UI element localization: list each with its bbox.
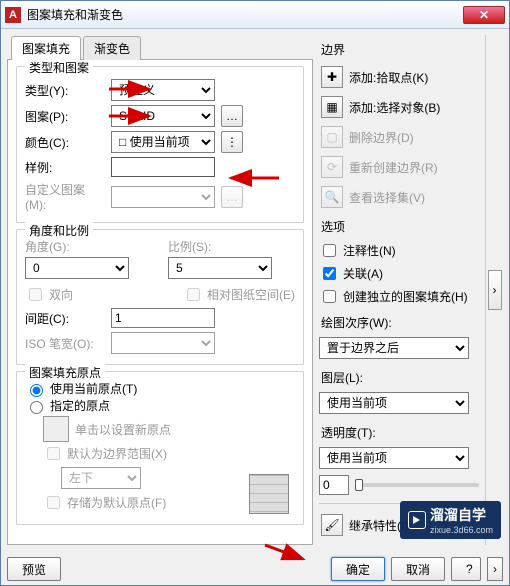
radio-specified-origin[interactable] xyxy=(30,401,43,414)
label-pattern: 图案(P): xyxy=(25,108,105,125)
label-angle: 角度(G): xyxy=(25,238,152,255)
btn-recreate-boundary: ⟳ 重新创建边界(R) xyxy=(319,154,479,180)
label-view-selection: 查看选择集(V) xyxy=(349,189,425,206)
cancel-button[interactable]: 取消 xyxy=(391,557,445,581)
combo-iso xyxy=(111,332,215,354)
label-sample: 样例: xyxy=(25,159,105,176)
slider-transparency[interactable] xyxy=(355,483,479,487)
check-separate-hatch[interactable] xyxy=(323,290,336,303)
app-icon: A xyxy=(5,7,21,23)
label-add-select: 添加:选择对象(B) xyxy=(349,99,440,116)
pattern-browse-button[interactable]: … xyxy=(221,105,243,127)
combo-color[interactable]: □ 使用当前项 xyxy=(111,131,215,153)
combo-draw-order[interactable]: 置于边界之后 xyxy=(319,337,469,359)
label-relpaper: 相对图纸空间(E) xyxy=(207,286,295,303)
custom-pattern-browse-button: … xyxy=(221,186,243,208)
close-button[interactable]: ✕ xyxy=(463,6,505,24)
combo-custom-pattern xyxy=(111,186,215,208)
combo-transparency[interactable]: 使用当前项 xyxy=(319,447,469,469)
btn-add-selectobjects[interactable]: ▦ 添加:选择对象(B) xyxy=(319,94,479,120)
check-double xyxy=(29,288,42,301)
group-title-origin: 图案填充原点 xyxy=(25,364,105,381)
btn-remove-boundary: ▢ 删除边界(D) xyxy=(319,124,479,150)
radio-use-current-origin[interactable] xyxy=(30,384,43,397)
brand-url: zixue.3d66.com xyxy=(430,525,493,535)
label-iso: ISO 笔宽(O): xyxy=(25,335,105,352)
label-separate-hatch: 创建独立的图案填充(H) xyxy=(343,288,468,305)
tab-gradient[interactable]: 渐变色 xyxy=(83,36,141,60)
inherit-icon: 🖌 xyxy=(321,514,343,536)
help-button[interactable]: ? xyxy=(451,557,481,581)
label-annotative: 注释性(N) xyxy=(343,242,396,259)
preview-button[interactable]: 预览 xyxy=(7,557,61,581)
label-associative: 关联(A) xyxy=(343,265,383,282)
play-icon xyxy=(408,511,426,529)
label-store-default: 存储为默认原点(F) xyxy=(67,494,166,511)
color-picker-button[interactable]: ⋮ xyxy=(221,131,243,153)
combo-pattern[interactable]: SOLID xyxy=(111,105,215,127)
check-annotative[interactable] xyxy=(323,244,336,257)
check-store-default xyxy=(47,496,60,509)
check-default-boundary xyxy=(47,447,60,460)
tab-hatch[interactable]: 图案填充 xyxy=(11,36,81,60)
expand-panel-button[interactable]: › xyxy=(488,270,502,310)
label-type: 类型(Y): xyxy=(25,82,105,99)
window-title: 图案填充和渐变色 xyxy=(27,6,463,23)
ok-button[interactable]: 确定 xyxy=(331,557,385,581)
brand-watermark: 溜溜自学 zixue.3d66.com xyxy=(400,501,501,539)
combo-scale[interactable]: 5 xyxy=(168,257,272,279)
footer-expand-button[interactable]: › xyxy=(487,557,503,581)
label-boundary-title: 边界 xyxy=(321,41,479,58)
label-options-title: 选项 xyxy=(321,218,479,235)
origin-preview-icon xyxy=(249,474,289,514)
label-custom-pattern: 自定义图案(M): xyxy=(25,181,105,212)
label-double: 双向 xyxy=(49,286,73,303)
label-transparency: 透明度(T): xyxy=(321,424,479,441)
view-icon: 🔍 xyxy=(321,186,343,208)
input-transparency-value[interactable] xyxy=(319,475,349,495)
label-specified-origin: 指定的原点 xyxy=(50,397,110,414)
check-associative[interactable] xyxy=(323,267,336,280)
label-draw-order: 绘图次序(W): xyxy=(321,314,479,331)
btn-add-pickpoints[interactable]: ✚ 添加:拾取点(K) xyxy=(319,64,479,90)
brand-name: 溜溜自学 xyxy=(430,505,493,525)
input-spacing[interactable] xyxy=(111,308,215,328)
label-spacing: 间距(C): xyxy=(25,310,105,327)
sample-swatch[interactable] xyxy=(111,157,215,177)
combo-angle[interactable]: 0 xyxy=(25,257,129,279)
recreate-icon: ⟳ xyxy=(321,156,343,178)
check-relpaper xyxy=(187,288,200,301)
slider-thumb[interactable] xyxy=(355,479,363,491)
combo-layer[interactable]: 使用当前项 xyxy=(319,392,469,414)
group-title-type: 类型和图案 xyxy=(25,60,93,76)
combo-type[interactable]: 预定义 xyxy=(111,79,215,101)
group-title-angle-scale: 角度和比例 xyxy=(25,222,93,239)
label-click-set-origin: 单击以设置新原点 xyxy=(75,421,171,438)
label-layer: 图层(L): xyxy=(321,369,479,386)
label-scale: 比例(S): xyxy=(168,238,295,255)
label-add-pick: 添加:拾取点(K) xyxy=(349,69,428,86)
label-remove-boundary: 删除边界(D) xyxy=(349,129,414,146)
label-default-boundary: 默认为边界范围(X) xyxy=(67,445,167,462)
delete-icon: ▢ xyxy=(321,126,343,148)
label-use-current-origin: 使用当前原点(T) xyxy=(50,380,137,397)
set-origin-icon xyxy=(43,416,69,442)
combo-corner: 左下 xyxy=(61,467,141,489)
btn-view-selection: 🔍 查看选择集(V) xyxy=(319,184,479,210)
label-recreate-boundary: 重新创建边界(R) xyxy=(349,159,438,176)
pickpoint-icon: ✚ xyxy=(321,66,343,88)
label-color: 颜色(C): xyxy=(25,134,105,151)
selectobj-icon: ▦ xyxy=(321,96,343,118)
